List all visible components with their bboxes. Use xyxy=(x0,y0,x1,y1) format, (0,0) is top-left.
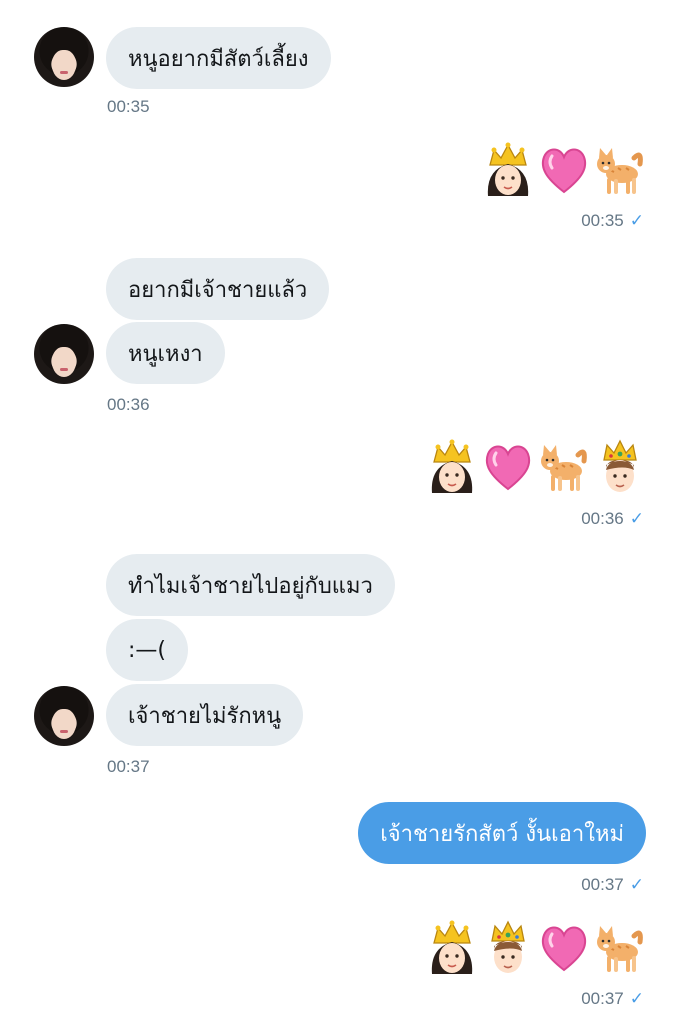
message-text: :—( xyxy=(128,637,166,663)
outgoing-emoji-message[interactable] xyxy=(426,920,646,976)
message-timestamp: 00:35 ✓ xyxy=(581,211,644,231)
message-timestamp: 00:36 ✓ xyxy=(581,509,644,529)
incoming-message-bubble[interactable]: เจ้าชายไม่รักหนู xyxy=(106,684,304,746)
contact-avatar[interactable] xyxy=(34,324,94,384)
message-text: อยากมีเจ้าชายแล้ว xyxy=(128,277,308,303)
message-timestamp: 00:36 xyxy=(107,395,150,414)
message-text: เจ้าชายไม่รักหนู xyxy=(128,703,282,729)
message-text: เจ้าชายรักสัตว์ งั้นเอาใหม่ xyxy=(380,821,624,847)
incoming-message-bubble[interactable]: ทำไมเจ้าชายไปอยู่กับแมว xyxy=(106,554,395,616)
message-text: หนูเหงา xyxy=(128,341,203,367)
contact-avatar[interactable] xyxy=(34,27,94,87)
read-check-icon: ✓ xyxy=(629,989,644,1008)
princess-emoji xyxy=(426,920,478,976)
cat-emoji xyxy=(538,439,590,495)
time-label: 00:36 xyxy=(581,509,624,528)
incoming-message-bubble[interactable]: หนูเหงา xyxy=(106,322,225,384)
outgoing-emoji-message[interactable] xyxy=(482,142,646,198)
message-text: หนูอยากมีสัตว์เลี้ยง xyxy=(128,46,309,72)
cat-emoji xyxy=(594,142,646,198)
time-label: 00:35 xyxy=(581,211,624,230)
princess-emoji xyxy=(426,439,478,495)
contact-avatar[interactable] xyxy=(34,686,94,746)
incoming-message-bubble[interactable]: หนูอยากมีสัตว์เลี้ยง xyxy=(106,27,331,89)
read-check-icon: ✓ xyxy=(629,211,644,230)
time-label: 00:37 xyxy=(581,875,624,894)
read-check-icon: ✓ xyxy=(629,509,644,528)
incoming-message-bubble[interactable]: :—( xyxy=(106,619,188,681)
message-timestamp: 00:37 ✓ xyxy=(581,875,644,895)
message-timestamp: 00:37 ✓ xyxy=(581,989,644,1009)
princess-emoji xyxy=(482,142,534,198)
message-timestamp: 00:37 xyxy=(107,757,150,776)
heart-emoji xyxy=(538,920,590,976)
chat-thread: หนูอยากมีสัตว์เลี้ยง 00:35 00:35 ✓ อยากม… xyxy=(0,0,680,1024)
time-label: 00:37 xyxy=(581,989,624,1008)
prince-emoji xyxy=(594,439,646,495)
message-text: ทำไมเจ้าชายไปอยู่กับแมว xyxy=(128,573,373,599)
read-check-icon: ✓ xyxy=(629,875,644,894)
message-timestamp: 00:35 xyxy=(107,97,150,116)
prince-emoji xyxy=(482,920,534,976)
outgoing-message-bubble[interactable]: เจ้าชายรักสัตว์ งั้นเอาใหม่ xyxy=(358,802,646,864)
heart-emoji xyxy=(538,142,590,198)
outgoing-emoji-message[interactable] xyxy=(426,439,646,495)
cat-emoji xyxy=(594,920,646,976)
incoming-message-bubble[interactable]: อยากมีเจ้าชายแล้ว xyxy=(106,258,330,320)
heart-emoji xyxy=(482,439,534,495)
